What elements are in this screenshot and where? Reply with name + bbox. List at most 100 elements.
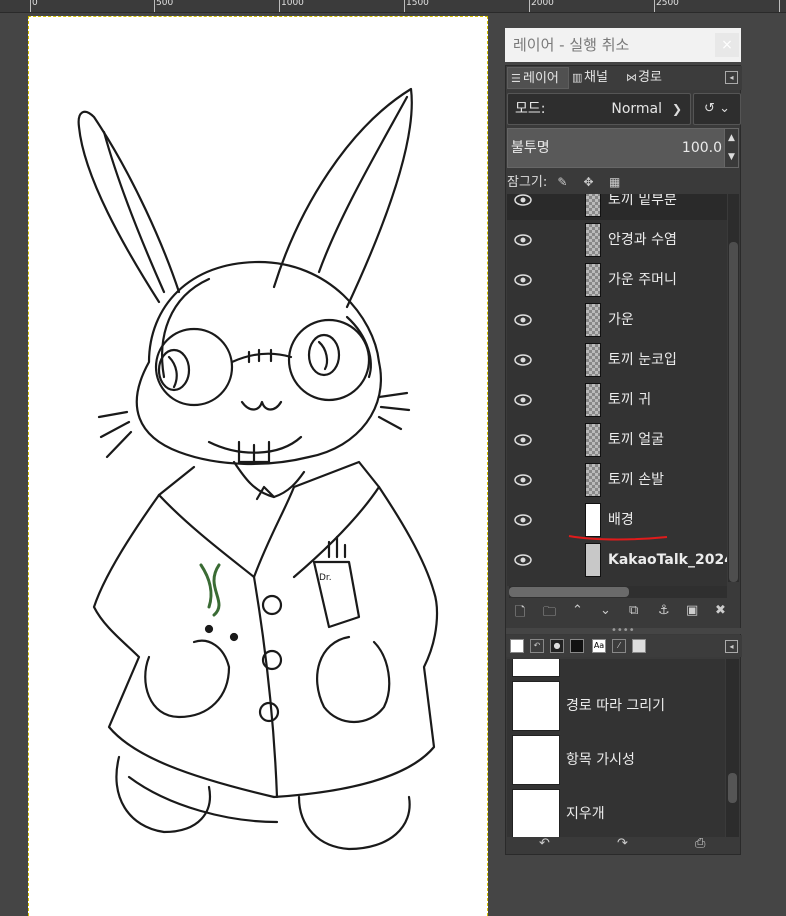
layer-thumbnail <box>585 223 601 257</box>
layer-thumbnail <box>585 543 601 577</box>
image-canvas-area[interactable]: Dr. <box>0 13 503 916</box>
lock-alpha-icon[interactable]: ▦ <box>604 172 626 192</box>
eye-icon[interactable] <box>514 232 532 248</box>
panel-separator[interactable]: •••• <box>506 626 742 636</box>
secondary-tabs: ↶ ● Aa ⁄ ◂ <box>506 635 742 657</box>
history-item[interactable]: 지우개 <box>507 787 725 837</box>
ruler-tick <box>154 0 155 12</box>
history-item[interactable] <box>507 659 725 679</box>
layer-row[interactable]: 토끼 눈코입 <box>507 340 727 380</box>
chevron-down-icon: ❯ <box>671 102 682 116</box>
tab-label: 레이어 <box>523 71 559 86</box>
ruler-label: 2000 <box>531 0 554 8</box>
lock-label: 잠그기: <box>507 175 548 190</box>
eye-icon[interactable] <box>514 312 532 328</box>
scrollbar-thumb[interactable] <box>509 587 629 597</box>
lower-layer-icon[interactable]: ⌄ <box>600 603 611 618</box>
layer-buttons: 🗋 🗀 ⌃ ⌄ ⧉ ⚓ ▣ ✖ <box>507 600 741 624</box>
layer-name: 토끼 눈코입 <box>608 352 677 368</box>
eye-icon[interactable] <box>514 392 532 408</box>
layer-list-hscrollbar[interactable] <box>509 586 727 598</box>
eye-icon[interactable] <box>514 272 532 288</box>
eye-icon[interactable] <box>514 352 532 368</box>
chevron-down-icon: ⌄ <box>719 101 730 116</box>
history-item[interactable]: 경로 따라 그리기 <box>507 679 725 733</box>
scrollbar-thumb[interactable] <box>729 242 738 582</box>
anchor-icon[interactable]: ⚓ <box>658 603 670 618</box>
eye-icon[interactable] <box>514 432 532 448</box>
undo-history-icon[interactable]: ↶ <box>530 639 544 653</box>
eye-icon[interactable] <box>514 472 532 488</box>
gradient-icon[interactable]: ⁄ <box>612 639 626 653</box>
composite-mode-button[interactable]: ↺ ⌄ <box>693 93 741 125</box>
delete-layer-icon[interactable]: ✖ <box>715 603 726 618</box>
layer-thumbnail <box>585 343 601 377</box>
opacity-slider[interactable]: 불투명 100.0 ▲ ▼ <box>507 128 739 168</box>
raise-layer-icon[interactable]: ⌃ <box>572 603 583 618</box>
history-label: 항목 가시성 <box>566 752 635 768</box>
layer-row[interactable]: 가운 주머니 <box>507 260 727 300</box>
undo-history-list[interactable]: 경로 따라 그리기 항목 가시성 지우개 <box>507 659 725 837</box>
history-item[interactable]: 항목 가시성 <box>507 733 725 787</box>
layer-row[interactable]: 토끼 손발 <box>507 460 727 500</box>
layer-name: 가운 주머니 <box>608 272 677 288</box>
eye-icon[interactable] <box>514 194 532 208</box>
opacity-spinner[interactable]: ▲ ▼ <box>724 129 738 167</box>
layer-name: 토끼 밑부분 <box>608 194 677 208</box>
fg-color-icon[interactable] <box>510 639 524 653</box>
layer-name: 토끼 얼굴 <box>608 432 664 448</box>
channels-icon: ▥ <box>572 71 583 84</box>
drag-handle-icon[interactable]: •••• <box>611 626 635 636</box>
layer-list-scrollbar[interactable] <box>728 194 739 582</box>
opacity-value: 100.0 <box>681 140 722 156</box>
tab-label: 채널 <box>584 70 608 85</box>
palette-icon[interactable] <box>632 639 646 653</box>
history-thumbnail <box>512 735 560 785</box>
lock-row: 잠그기: ✎ ✥ ▦ <box>507 172 741 192</box>
layer-name: KakaoTalk_2024 <box>608 552 727 568</box>
layer-row[interactable]: KakaoTalk_2024 <box>507 540 727 580</box>
panel-tabs: ☰ 레이어 ▥ 채널 ⋈경로 ◂ <box>506 66 742 90</box>
clear-history-icon[interactable]: ⎙ <box>695 836 705 851</box>
redo-icon[interactable]: ↷ <box>617 836 628 851</box>
duplicate-layer-icon[interactable]: ⧉ <box>629 603 638 618</box>
layer-row[interactable]: 토끼 밑부분 <box>507 194 727 220</box>
close-icon[interactable]: × <box>715 33 739 57</box>
undo-icon[interactable]: ↶ <box>539 836 550 851</box>
rabbit-drawing: Dr. <box>77 87 439 851</box>
opacity-label: 불투명 <box>511 140 550 156</box>
new-group-icon[interactable]: 🗀 <box>543 603 556 625</box>
lock-position-icon[interactable]: ✥ <box>578 172 600 192</box>
eye-icon[interactable] <box>514 512 532 528</box>
layer-name: 토끼 귀 <box>608 392 652 408</box>
lock-pixels-icon[interactable]: ✎ <box>551 172 573 192</box>
layer-row[interactable]: 토끼 귀 <box>507 380 727 420</box>
image-canvas[interactable]: Dr. <box>28 16 488 916</box>
tab-channels[interactable]: ▥ 채널 <box>569 67 623 89</box>
font-icon[interactable]: Aa <box>592 639 606 653</box>
brush-icon[interactable]: ● <box>550 639 564 653</box>
eye-icon[interactable] <box>514 552 532 568</box>
ruler-tick <box>779 0 780 12</box>
ruler-tick <box>279 0 280 12</box>
history-thumbnail <box>512 659 560 677</box>
panel-menu-icon[interactable]: ◂ <box>725 71 738 84</box>
scrollbar-thumb[interactable] <box>728 773 737 803</box>
layer-row[interactable]: 토끼 얼굴 <box>507 420 727 460</box>
ruler-label: 1500 <box>406 0 429 8</box>
layer-list[interactable]: 토끼 밑부분 안경과 수염 가운 주머니 가운 토끼 눈코입 토끼 귀 토끼 얼… <box>507 194 727 586</box>
panel-menu-icon[interactable]: ◂ <box>725 640 738 653</box>
layer-row[interactable]: 안경과 수염 <box>507 220 727 260</box>
new-layer-icon[interactable]: 🗋 <box>515 603 525 625</box>
history-scrollbar[interactable] <box>726 659 739 837</box>
pattern-icon[interactable] <box>570 639 584 653</box>
ruler-label: 1000 <box>281 0 304 8</box>
mode-select[interactable]: 모드: Normal ❯ <box>507 93 691 125</box>
tab-layers[interactable]: ☰ 레이어 <box>507 67 569 89</box>
right-dock: 레이어 - 실행 취소 × ☰ 레이어 ▥ 채널 ⋈경로 ◂ 모드: Normal … <box>503 13 786 912</box>
mask-icon[interactable]: ▣ <box>686 603 698 618</box>
layer-thumbnail <box>585 263 601 297</box>
layer-row[interactable]: 가운 <box>507 300 727 340</box>
ruler-label: 500 <box>156 0 174 8</box>
tab-paths[interactable]: ⋈경로 <box>623 67 673 89</box>
